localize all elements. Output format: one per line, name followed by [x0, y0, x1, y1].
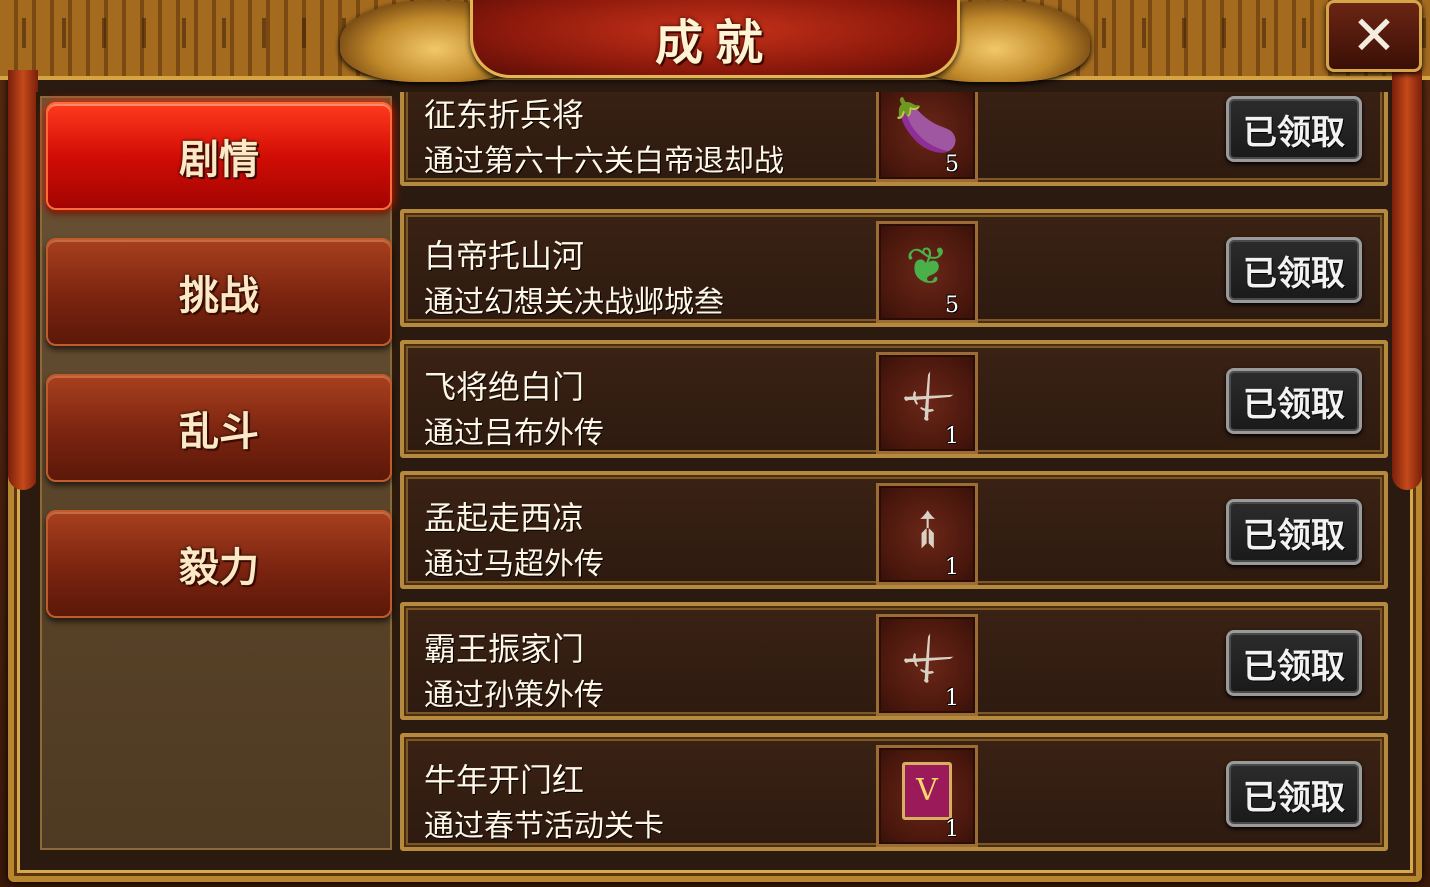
list-item: 孟起走西凉 通过马超外传 ➶ 1 已领取 — [400, 471, 1388, 589]
tab-perseverance[interactable]: 毅力 — [46, 510, 392, 618]
tab-panel: 剧情 挑战 乱斗 毅力 — [36, 92, 396, 854]
achievement-title: 飞将绝白门 — [424, 368, 585, 406]
list-item: 白帝托山河 通过幻想关决战邺城叁 ❦ 5 已领取 — [400, 209, 1388, 327]
tab-brawl[interactable]: 乱斗 — [46, 374, 392, 482]
achievement-desc: 通过幻想关决战邺城叁 — [424, 285, 724, 320]
reward-quantity: 1 — [945, 686, 959, 711]
achievement-title: 白帝托山河 — [424, 237, 585, 275]
achievement-desc: 通过吕布外传 — [424, 416, 604, 451]
list-item: 牛年开门红 通过春节活动关卡 V 1 已领取 — [400, 733, 1388, 851]
claimed-label: 已领取 — [1243, 253, 1345, 294]
claimed-button[interactable]: 已领取 — [1226, 237, 1362, 303]
halberd-icon: ⚔ — [889, 622, 965, 698]
claimed-button[interactable]: 已领取 — [1226, 368, 1362, 434]
tab-label: 毅力 — [179, 545, 259, 591]
spear-icon: ➶ — [890, 492, 964, 566]
curtain-right — [1392, 70, 1422, 490]
claimed-button[interactable]: 已领取 — [1226, 630, 1362, 696]
reward-slot[interactable]: 🍆 5 — [876, 92, 978, 182]
list-item: 征东折兵将 通过第六十六关白帝退却战 🍆 5 已领取 — [400, 92, 1388, 186]
title-plate: 成就 — [470, 0, 960, 78]
reward-slot[interactable]: ⚔ 1 — [876, 352, 978, 454]
achievement-desc: 通过孙策外传 — [424, 678, 604, 713]
reward-quantity: 5 — [945, 293, 959, 318]
achievement-window: 成就 ✕ 剧情 挑战 乱斗 毅力 征东折兵将 通过第六十六关白帝退却战 🍆 5 … — [0, 0, 1430, 887]
tab-story[interactable]: 剧情 — [46, 102, 392, 210]
achievement-list[interactable]: 征东折兵将 通过第六十六关白帝退却战 🍆 5 已领取 白帝托山河 通过幻想关决战… — [400, 92, 1390, 857]
claimed-button[interactable]: 已领取 — [1226, 96, 1362, 162]
tab-label: 挑战 — [179, 273, 259, 319]
seed-icon: ❦ — [905, 237, 949, 298]
close-button[interactable]: ✕ — [1326, 0, 1422, 72]
page-title: 成就 — [654, 14, 775, 71]
achievement-title: 霸王振家门 — [424, 630, 585, 668]
achievement-desc: 通过马超外传 — [424, 547, 604, 582]
achievement-title: 征东折兵将 — [424, 96, 585, 134]
reward-quantity: 5 — [945, 152, 959, 177]
claimed-label: 已领取 — [1243, 384, 1345, 425]
close-icon: ✕ — [1351, 4, 1397, 67]
book-icon: V — [902, 762, 952, 821]
tab-label: 剧情 — [179, 137, 259, 183]
achievement-desc: 通过第六十六关白帝退却战 — [424, 144, 784, 179]
reward-quantity: 1 — [945, 555, 959, 580]
reward-quantity: 1 — [945, 424, 959, 449]
reward-slot[interactable]: ❦ 5 — [876, 221, 978, 323]
tab-label: 乱斗 — [179, 409, 259, 455]
curtain-left — [8, 70, 38, 490]
reward-slot[interactable]: V 1 — [876, 745, 978, 847]
eggplant-icon: 🍆 — [894, 96, 960, 157]
claimed-label: 已领取 — [1243, 646, 1345, 687]
reward-quantity: 1 — [945, 817, 959, 842]
achievement-desc: 通过春节活动关卡 — [424, 809, 664, 844]
reward-slot[interactable]: ➶ 1 — [876, 483, 978, 585]
list-item: 霸王振家门 通过孙策外传 ⚔ 1 已领取 — [400, 602, 1388, 720]
claimed-button[interactable]: 已领取 — [1226, 499, 1362, 565]
reward-slot[interactable]: ⚔ 1 — [876, 614, 978, 716]
list-item: 飞将绝白门 通过吕布外传 ⚔ 1 已领取 — [400, 340, 1388, 458]
achievement-title: 孟起走西凉 — [424, 499, 585, 537]
achievement-title: 牛年开门红 — [424, 761, 585, 799]
claimed-label: 已领取 — [1243, 777, 1345, 818]
halberd-icon: ⚔ — [889, 360, 965, 436]
tab-challenge[interactable]: 挑战 — [46, 238, 392, 346]
claimed-label: 已领取 — [1243, 112, 1345, 153]
claimed-button[interactable]: 已领取 — [1226, 761, 1362, 827]
claimed-label: 已领取 — [1243, 515, 1345, 556]
